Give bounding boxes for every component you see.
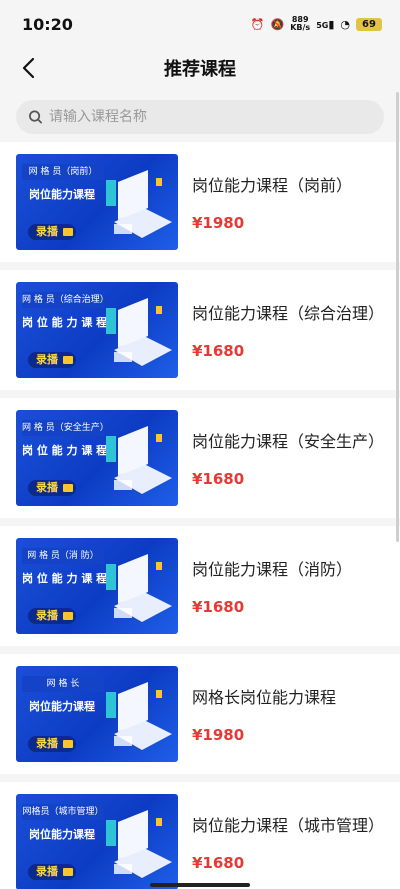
- course-price: ¥1980: [192, 726, 245, 744]
- course-price: ¥1680: [192, 854, 245, 872]
- course-thumbnail: 网 格 员（岗前） 岗位能力课程 录播: [16, 154, 178, 250]
- net-speed: 889 KB/s: [290, 16, 310, 32]
- thumb-title: 岗 位 能 力 课 程: [22, 444, 108, 457]
- back-button[interactable]: [14, 54, 42, 82]
- course-price: ¥1680: [192, 598, 245, 616]
- course-info: 岗位能力课程（岗前） ¥1980: [178, 154, 400, 250]
- thumb-title: 岗位能力课程: [29, 828, 95, 841]
- course-thumbnail: 网 格 员（消 防） 岗 位 能 力 课 程 录播: [16, 538, 178, 634]
- thumb-title: 岗 位 能 力 课 程: [22, 572, 108, 585]
- course-item[interactable]: 网 格 员（综合治理） 岗 位 能 力 课 程 录播 岗位能力课程（综合治理） …: [0, 270, 400, 390]
- search-bar: [0, 88, 400, 142]
- home-indicator[interactable]: [150, 883, 250, 887]
- thumb-subtitle: 网 格 员（岗前）: [22, 164, 104, 180]
- laptop-illustration-icon: [106, 170, 172, 238]
- thumb-subtitle: 网 格 员（消 防）: [22, 548, 104, 564]
- thumb-subtitle: 网格员（城市管理）: [22, 804, 104, 820]
- course-info: 岗位能力课程（安全生产） ¥1680: [178, 410, 400, 506]
- battery-icon: 69: [356, 17, 382, 31]
- thumb-tag: 录播: [28, 736, 76, 752]
- thumb-tag: 录播: [28, 480, 76, 496]
- course-title: 岗位能力课程（岗前）: [192, 176, 353, 195]
- signal-label: 5G: [316, 20, 329, 30]
- course-title: 岗位能力课程（城市管理）: [192, 816, 385, 835]
- course-price: ¥1680: [192, 342, 245, 360]
- course-title: 岗位能力课程（安全生产）: [192, 432, 385, 451]
- thumb-subtitle: 网 格 长: [22, 676, 104, 692]
- course-thumbnail: 网 格 员（安全生产） 岗 位 能 力 课 程 录播: [16, 410, 178, 506]
- course-price: ¥1980: [192, 214, 245, 232]
- laptop-illustration-icon: [106, 298, 172, 366]
- course-item[interactable]: 网 格 长 岗位能力课程 录播 网格长岗位能力课程 ¥1980: [0, 654, 400, 774]
- status-time: 10:20: [22, 14, 73, 34]
- course-title: 网格长岗位能力课程: [192, 688, 337, 707]
- laptop-illustration-icon: [106, 682, 172, 750]
- course-info: 岗位能力课程（城市管理） ¥1680: [178, 794, 400, 889]
- laptop-illustration-icon: [106, 554, 172, 622]
- course-thumbnail: 网格员（城市管理） 岗位能力课程 录播: [16, 794, 178, 889]
- course-list: 网 格 员（岗前） 岗位能力课程 录播 岗位能力课程（岗前） ¥1980 网 格…: [0, 142, 400, 889]
- status-bar: 10:20 ⏰ 🔕 889 KB/s 5G▮ ◔ 69: [0, 0, 400, 48]
- thumb-subtitle: 网 格 员（安全生产）: [22, 420, 104, 436]
- thumb-tag: 录播: [28, 608, 76, 624]
- wifi-icon: ◔: [340, 17, 350, 31]
- alarm-icon: ⏰: [250, 17, 265, 31]
- course-info: 岗位能力课程（消防） ¥1680: [178, 538, 400, 634]
- chevron-left-icon: [22, 57, 35, 79]
- course-thumbnail: 网 格 长 岗位能力课程 录播: [16, 666, 178, 762]
- mute-icon: 🔕: [270, 17, 285, 31]
- page-title: 推荐课程: [164, 59, 236, 80]
- search-box[interactable]: [16, 100, 384, 134]
- course-item[interactable]: 网 格 员（岗前） 岗位能力课程 录播 岗位能力课程（岗前） ¥1980: [0, 142, 400, 262]
- course-item[interactable]: 网 格 员（消 防） 岗 位 能 力 课 程 录播 岗位能力课程（消防） ¥16…: [0, 526, 400, 646]
- thumb-title: 岗位能力课程: [29, 188, 95, 201]
- laptop-illustration-icon: [106, 426, 172, 494]
- thumb-tag: 录播: [28, 352, 76, 368]
- course-info: 岗位能力课程（综合治理） ¥1680: [178, 282, 400, 378]
- signal-icon: 5G▮: [316, 17, 335, 31]
- course-title: 岗位能力课程（综合治理）: [192, 304, 385, 323]
- thumb-title: 岗 位 能 力 课 程: [22, 316, 108, 329]
- thumb-subtitle: 网 格 员（综合治理）: [22, 292, 104, 308]
- search-input[interactable]: [49, 109, 372, 125]
- course-title: 岗位能力课程（消防）: [192, 560, 353, 579]
- search-icon: [29, 110, 42, 124]
- status-icons: ⏰ 🔕 889 KB/s 5G▮ ◔ 69: [251, 16, 382, 32]
- course-item[interactable]: 网格员（城市管理） 岗位能力课程 录播 岗位能力课程（城市管理） ¥1680: [0, 782, 400, 889]
- thumb-tag: 录播: [28, 864, 76, 880]
- course-price: ¥1680: [192, 470, 245, 488]
- course-info: 网格长岗位能力课程 ¥1980: [178, 666, 400, 762]
- scrollbar[interactable]: [396, 92, 399, 542]
- thumb-title: 岗位能力课程: [29, 700, 95, 713]
- course-item[interactable]: 网 格 员（安全生产） 岗 位 能 力 课 程 录播 岗位能力课程（安全生产） …: [0, 398, 400, 518]
- net-speed-unit: KB/s: [290, 23, 311, 32]
- nav-bar: 推荐课程: [0, 48, 400, 88]
- laptop-illustration-icon: [106, 810, 172, 878]
- thumb-tag: 录播: [28, 224, 76, 240]
- course-thumbnail: 网 格 员（综合治理） 岗 位 能 力 课 程 录播: [16, 282, 178, 378]
